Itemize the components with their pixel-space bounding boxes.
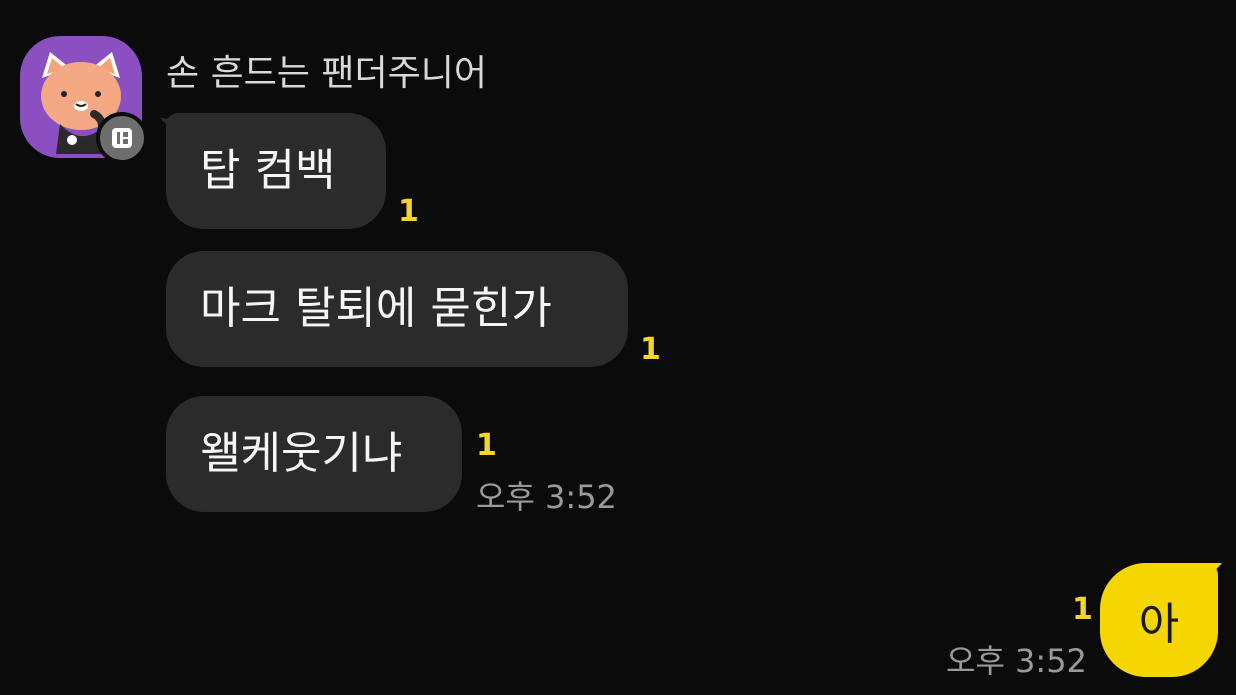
message-timestamp: 오후 3:52 (946, 642, 1087, 680)
unread-count: 1 (476, 428, 497, 463)
message-text: 마크 탈퇴에 묻힌가 (200, 283, 552, 334)
unread-count: 1 (640, 332, 661, 367)
unread-count: 1 (1072, 592, 1093, 627)
profile-badge-icon (112, 128, 132, 148)
message-text: 아 (1138, 599, 1180, 650)
unread-count: 1 (398, 194, 419, 229)
bubble-tail-icon (1196, 563, 1222, 583)
incoming-message-bubble[interactable]: 마크 탈퇴에 묻힌가 (166, 251, 628, 367)
incoming-message-bubble[interactable]: 왤케웃기냐 (166, 396, 462, 512)
sender-name[interactable]: 손 흔드는 팬더주니어 (166, 44, 487, 96)
message-text: 왤케웃기냐 (200, 428, 403, 479)
profile-badge (96, 112, 148, 164)
chat-room: 손 흔드는 팬더주니어 탑 컴백 1 마크 탈퇴에 묻힌가 1 왤케웃기냐 1 … (0, 0, 1236, 695)
incoming-message-bubble[interactable]: 탑 컴백 (166, 113, 386, 229)
message-text: 탑 컴백 (200, 145, 336, 196)
message-timestamp: 오후 3:52 (476, 478, 617, 516)
